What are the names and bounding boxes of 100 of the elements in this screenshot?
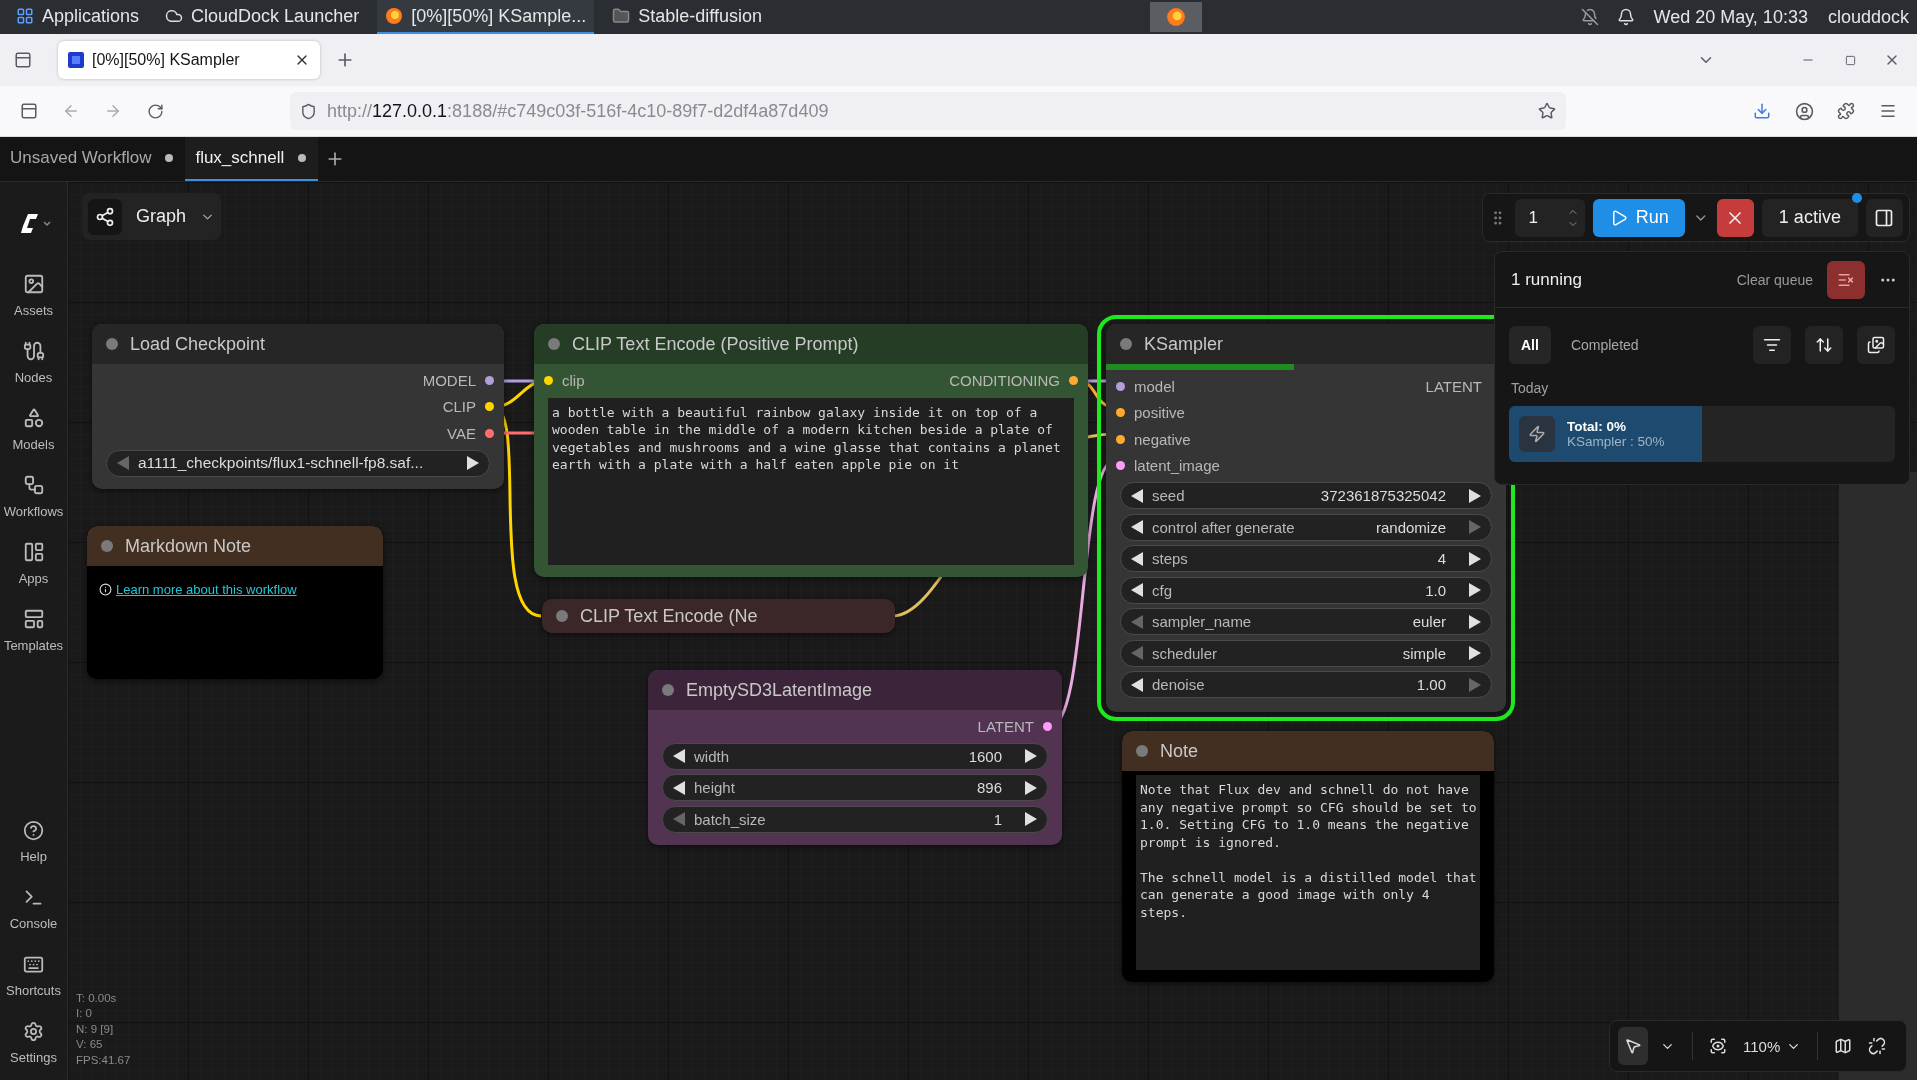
widget-field[interactable]: seed 372361875325042 [1120, 482, 1492, 509]
decrement-arrow-icon[interactable] [1131, 520, 1144, 534]
node-header[interactable]: Markdown Note [87, 526, 383, 566]
note-node[interactable] [1122, 731, 1494, 982]
node-card[interactable]: EmptySD3LatentImage LATENT width 1600 height 896 batch_size 1 [648, 670, 1062, 845]
slot-dot-icon[interactable] [1043, 721, 1052, 731]
cancel-button[interactable] [1716, 198, 1754, 237]
gallery-button[interactable] [1857, 326, 1895, 364]
increment-arrow-icon[interactable] [1468, 488, 1481, 503]
collapsed-node[interactable]: CLIP Text Encode (Ne [542, 599, 895, 633]
taskbar-item[interactable]: [0%][50%] KSample... [377, 0, 595, 34]
node-dot-icon[interactable] [1136, 745, 1148, 757]
decrement-arrow-icon[interactable] [1131, 488, 1144, 503]
slot-dot-icon[interactable] [485, 402, 494, 412]
input-slot[interactable]: positive [1116, 404, 1185, 422]
node-dot-icon[interactable] [1120, 338, 1132, 350]
bell-icon[interactable] [1617, 8, 1636, 26]
sort-button[interactable] [1805, 326, 1843, 364]
panel-toggle-button[interactable] [1865, 198, 1903, 237]
widget-field[interactable]: sampler_name euler [1120, 608, 1492, 635]
increment-arrow-icon[interactable] [1468, 551, 1481, 566]
widget-field[interactable]: denoise 1.00 [1120, 671, 1492, 698]
taskbar-item[interactable]: Stable-diffusion [604, 0, 770, 34]
output-slot[interactable]: VAE [447, 424, 494, 442]
slot-dot-icon[interactable] [485, 375, 494, 385]
node-dot-icon[interactable] [548, 338, 560, 350]
sidebar-item[interactable]: Models [0, 396, 68, 463]
widget-field[interactable]: scheduler simple [1120, 639, 1492, 667]
output-slot[interactable]: MODEL [422, 371, 494, 389]
slot-dot-icon[interactable] [1116, 408, 1125, 418]
slot-dot-icon[interactable] [485, 428, 494, 438]
graph-canvas[interactable] [68, 182, 1917, 1080]
node-card[interactable]: Load Checkpoint MODEL CLIP VAE a1111_checkpoints/flux1-schnell-fp8.saf... [92, 324, 504, 489]
node-dot-icon[interactable] [556, 610, 568, 622]
widget-field[interactable]: batch_size 1 [662, 805, 1048, 833]
output-slot[interactable]: LATENT [1425, 377, 1482, 395]
clear-queue-button[interactable] [1827, 260, 1865, 299]
input-slot[interactable]: negative [1116, 430, 1191, 448]
job-item[interactable]: Total: 0% KSampler : 50% [1509, 406, 1895, 462]
graph-menu-button[interactable]: Graph [82, 193, 221, 240]
browser-launcher-button[interactable] [1149, 2, 1202, 32]
select-tool-button[interactable] [1618, 1027, 1648, 1065]
widget-field[interactable]: width 1600 [662, 742, 1048, 770]
input-slot[interactable]: latent_image [1116, 457, 1220, 475]
widget-field[interactable]: height 896 [662, 774, 1048, 801]
clock[interactable]: Wed 20 May, 10:33 [1653, 6, 1808, 28]
node-dot-icon[interactable] [106, 338, 118, 350]
output-slot[interactable]: CLIP [442, 398, 494, 416]
sidebar-item[interactable]: Console [0, 875, 68, 942]
workflow-link[interactable]: Learn more about this workflow [116, 582, 297, 597]
input-slot[interactable]: clip [544, 371, 585, 389]
mute-icon[interactable] [1581, 8, 1600, 26]
sidebar-item[interactable]: Workflows [0, 463, 68, 530]
decrement-arrow-icon[interactable] [673, 749, 686, 763]
prompt-text-area[interactable] [548, 397, 1074, 565]
increment-arrow-icon[interactable] [466, 456, 479, 470]
sidebar-item[interactable]: Apps [0, 530, 68, 597]
increment-arrow-icon[interactable] [1468, 583, 1481, 597]
sidebar-item[interactable]: Templates [0, 597, 68, 664]
node-header[interactable]: Note [1122, 731, 1494, 771]
sidebar-item[interactable]: Nodes [0, 329, 68, 396]
tab-list-icon[interactable] [14, 51, 32, 69]
output-slot[interactable]: LATENT [977, 717, 1052, 735]
filter-tab[interactable]: Completed [1558, 326, 1651, 364]
decrement-arrow-icon[interactable] [1131, 677, 1144, 692]
decrement-arrow-icon[interactable] [1131, 551, 1144, 566]
active-jobs-button[interactable]: 1 active [1761, 198, 1858, 237]
node-dot-icon[interactable] [662, 684, 674, 696]
note-text-area[interactable] [1136, 775, 1480, 970]
shield-icon[interactable] [300, 102, 317, 120]
widget-field[interactable]: cfg 1.0 [1120, 576, 1492, 604]
browser-tab[interactable]: [0%][50%] KSampler [58, 41, 320, 79]
workflow-tab[interactable]: flux_schnell [185, 137, 319, 181]
user-name[interactable]: clouddock [1827, 6, 1909, 28]
filter-tab[interactable]: All [1509, 326, 1551, 364]
widget-field[interactable]: control after generate randomize [1120, 513, 1492, 541]
input-slot[interactable]: model [1116, 377, 1175, 395]
widget-field[interactable]: a1111_checkpoints/flux1-schnell-fp8.saf... [106, 449, 490, 477]
increment-arrow-icon[interactable] [1468, 614, 1481, 629]
address-bar[interactable]: http://127.0.0.1:8188/#c749c03f-516f-4c10-89f7-d2df4a87d409 [290, 92, 1566, 130]
workflow-tab[interactable]: Unsaved Workflow [0, 137, 186, 181]
decrement-arrow-icon[interactable] [1131, 583, 1144, 597]
sidebar-item[interactable]: Help [0, 808, 68, 875]
increment-arrow-icon[interactable] [1024, 780, 1037, 795]
increment-arrow-icon[interactable] [1024, 749, 1037, 763]
applications-menu[interactable]: Applications [8, 0, 148, 34]
node-dot-icon[interactable] [101, 540, 113, 552]
slot-dot-icon[interactable] [1116, 381, 1125, 391]
increment-arrow-icon[interactable] [1024, 812, 1037, 826]
bookmark-star-icon[interactable] [1538, 102, 1556, 120]
slot-dot-icon[interactable] [1116, 461, 1125, 471]
sidebar-item[interactable]: Settings [0, 1009, 68, 1076]
node-card[interactable] [534, 324, 1088, 577]
increment-arrow-icon[interactable] [1468, 646, 1481, 660]
sidebar-item[interactable]: Shortcuts [0, 942, 68, 1009]
widget-field[interactable]: steps 4 [1120, 545, 1492, 572]
sidebar-item[interactable]: Assets [0, 262, 68, 329]
filter-button[interactable] [1753, 326, 1791, 364]
decrement-arrow-icon[interactable] [673, 780, 686, 795]
taskbar-item[interactable]: CloudDock Launcher [157, 0, 368, 34]
